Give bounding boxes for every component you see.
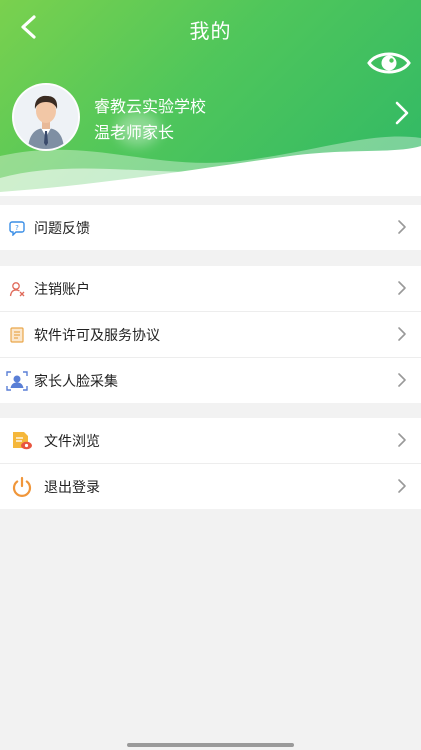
menu-group-account: 注销账户 软件许可及服务协议 家长人脸采集 [0,266,421,403]
menu-group-system: 文件浏览 退出登录 [0,418,421,509]
menu-group-feedback: ? 问题反馈 [0,205,421,250]
avatar[interactable] [12,83,80,151]
svg-text:?: ? [15,224,19,232]
profile-detail-button[interactable] [393,100,411,126]
chevron-right-icon [398,220,406,234]
file-browse-icon [0,431,44,451]
menu-item-label: 退出登录 [44,479,100,496]
page-title: 我的 [189,19,232,43]
home-indicator[interactable] [127,743,294,747]
chevron-right-icon [398,433,406,447]
chevron-right-icon [398,479,406,493]
visibility-toggle[interactable] [367,48,411,78]
feedback-icon: ? [0,220,34,236]
menu-item-logout[interactable]: 退出登录 [0,464,421,509]
menu-item-cancel-account[interactable]: 注销账户 [0,266,421,312]
eye-icon [367,52,411,74]
school-name: 睿教云实验学校 [94,97,207,116]
menu-item-file-browse[interactable]: 文件浏览 [0,418,421,464]
chevron-right-icon [395,101,409,125]
user-avatar-icon [14,85,78,149]
menu-item-label: 注销账户 [34,281,90,298]
menu-item-label: 家长人脸采集 [34,373,118,390]
cancel-account-icon [0,281,34,297]
profile-header: 我的 睿教云实验学校 温老师家长 [0,0,421,196]
menu-item-face-capture[interactable]: 家长人脸采集 [0,358,421,403]
power-icon [0,476,44,498]
menu-item-label: 文件浏览 [44,433,100,450]
chevron-right-icon [398,327,406,341]
menu-item-license-agreement[interactable]: 软件许可及服务协议 [0,312,421,358]
menu-item-feedback[interactable]: ? 问题反馈 [0,205,421,250]
menu-item-label: 问题反馈 [34,220,90,237]
license-agreement-icon [0,326,34,343]
chevron-right-icon [398,373,406,387]
chevron-right-icon [398,281,406,295]
privacy-blur [116,112,160,146]
menu-item-label: 软件许可及服务协议 [34,327,160,344]
face-capture-icon [0,370,34,391]
